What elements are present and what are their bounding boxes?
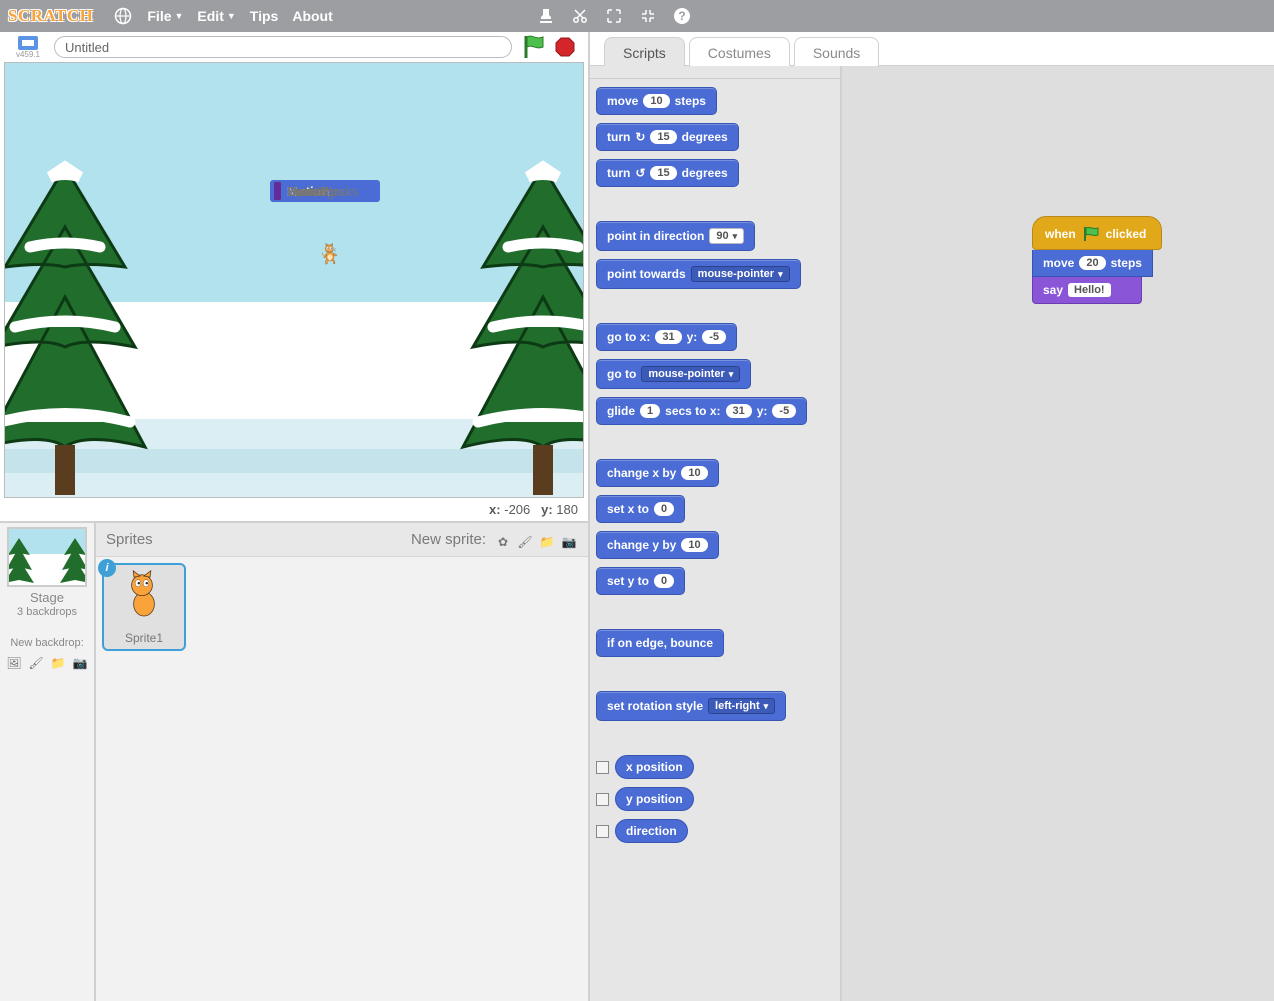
block-set-y[interactable]: set y to0 [596, 567, 685, 595]
rotate-ccw-icon: ↺ [635, 166, 645, 180]
category-label: More Blocks [287, 184, 359, 199]
left-panel: v459.1 [0, 32, 590, 1001]
new-sprite-label: New sprite: [411, 531, 486, 548]
help-icon[interactable]: ? [672, 6, 692, 26]
rotate-cw-icon: ↻ [635, 130, 645, 144]
scratch-logo: SCRATCH [8, 6, 93, 26]
fullscreen-button[interactable]: v459.1 [6, 33, 50, 61]
stop-icon[interactable] [554, 36, 576, 58]
block-turn-ccw[interactable]: turn↺15degrees [596, 159, 739, 187]
stage-thumbnail[interactable] [7, 527, 87, 587]
block-glide[interactable]: glide1secs to x:31y:-5 [596, 397, 807, 425]
sprite-camera-icon[interactable]: 📷 [560, 533, 578, 551]
globe-icon[interactable] [113, 6, 133, 26]
sprite-thumbnail[interactable]: i Sprite1 [102, 563, 186, 651]
block-move-steps-script[interactable]: move20steps [1032, 250, 1153, 277]
scissors-icon[interactable] [570, 6, 590, 26]
block-when-flag-clicked[interactable]: when clicked [1032, 216, 1162, 250]
reporter-y-position[interactable]: y position [615, 787, 694, 811]
library-icon[interactable]: 🖼 [5, 654, 23, 672]
backdrop-count: 3 backdrops [17, 606, 77, 618]
block-rotation-style[interactable]: set rotation styleleft-right [596, 691, 786, 721]
chevron-down-icon: ▼ [175, 11, 184, 21]
checkbox-direction[interactable] [596, 825, 609, 838]
sprite-name: Sprite1 [125, 631, 163, 645]
menu-about[interactable]: About [292, 8, 332, 24]
upload-icon[interactable]: 📁 [49, 654, 67, 672]
tab-costumes[interactable]: Costumes [689, 37, 790, 66]
camera-icon[interactable]: 📷 [71, 654, 89, 672]
menu-edit[interactable]: Edit▼ [197, 8, 235, 24]
green-flag-icon[interactable] [522, 34, 546, 60]
tree-left [4, 147, 155, 498]
tab-sounds[interactable]: Sounds [794, 37, 879, 66]
stage-selector-panel: Stage 3 backdrops New backdrop: 🖼 🖌 📁 📷 [0, 523, 96, 1001]
green-flag-icon [1082, 225, 1100, 243]
sprite-info-button[interactable]: i [98, 559, 116, 577]
menu-bar: SCRATCH File▼ Edit▼ Tips About ? [0, 0, 1274, 32]
new-backdrop-label: New backdrop: [10, 637, 83, 649]
shrink-icon[interactable] [638, 6, 658, 26]
project-title-input[interactable] [54, 36, 512, 58]
script-workspace[interactable]: when clicked move20steps sayHello! [842, 66, 1274, 1001]
block-categories: MotionEventsLooksControlSoundSensingPenO… [590, 66, 840, 79]
grow-icon[interactable] [604, 6, 624, 26]
sprite-paint-icon[interactable]: 🖌 [516, 533, 534, 551]
block-change-x[interactable]: change x by10 [596, 459, 719, 487]
block-move-steps[interactable]: move10steps [596, 87, 717, 115]
block-point-towards[interactable]: point towardsmouse-pointer [596, 259, 801, 289]
paint-icon[interactable]: 🖌 [27, 654, 45, 672]
scratch-cat-sprite[interactable] [275, 243, 385, 265]
reporter-x-position[interactable]: x position [615, 755, 694, 779]
category-swatch [274, 182, 281, 200]
menu-tips[interactable]: Tips [250, 8, 279, 24]
category-more-blocks[interactable]: More Blocks [270, 180, 380, 202]
stage-canvas[interactable] [4, 62, 584, 498]
tab-scripts[interactable]: Scripts [604, 37, 685, 66]
block-bounce[interactable]: if on edge, bounce [596, 629, 724, 657]
chevron-down-icon: ▼ [227, 11, 236, 21]
script-stack[interactable]: when clicked move20steps sayHello! [1032, 216, 1162, 304]
menu-file[interactable]: File▼ [147, 8, 183, 24]
block-goto[interactable]: go tomouse-pointer [596, 359, 751, 389]
block-palette: MotionEventsLooksControlSoundSensingPenO… [590, 66, 842, 1001]
mouse-coordinates: x: -206 y: 180 [0, 498, 588, 521]
block-set-x[interactable]: set x to0 [596, 495, 685, 523]
block-turn-cw[interactable]: turn↻15degrees [596, 123, 739, 151]
version-label: v459.1 [16, 50, 40, 59]
checkbox-x-position[interactable] [596, 761, 609, 774]
sprite-upload-icon[interactable]: 📁 [538, 533, 556, 551]
stamp-icon[interactable] [536, 6, 556, 26]
svg-text:?: ? [678, 9, 685, 23]
sprites-header: Sprites [106, 531, 153, 548]
tree-right [453, 147, 584, 498]
stage-label: Stage [30, 590, 64, 605]
sprite-library-icon[interactable]: ✿ [494, 533, 512, 551]
block-change-y[interactable]: change y by10 [596, 531, 719, 559]
checkbox-y-position[interactable] [596, 793, 609, 806]
editor-tabs: Scripts Costumes Sounds [590, 32, 1274, 66]
block-goto-xy[interactable]: go to x:31y:-5 [596, 323, 737, 351]
block-say-script[interactable]: sayHello! [1032, 277, 1142, 304]
block-point-direction[interactable]: point in direction90 [596, 221, 755, 251]
reporter-direction[interactable]: direction [615, 819, 688, 843]
